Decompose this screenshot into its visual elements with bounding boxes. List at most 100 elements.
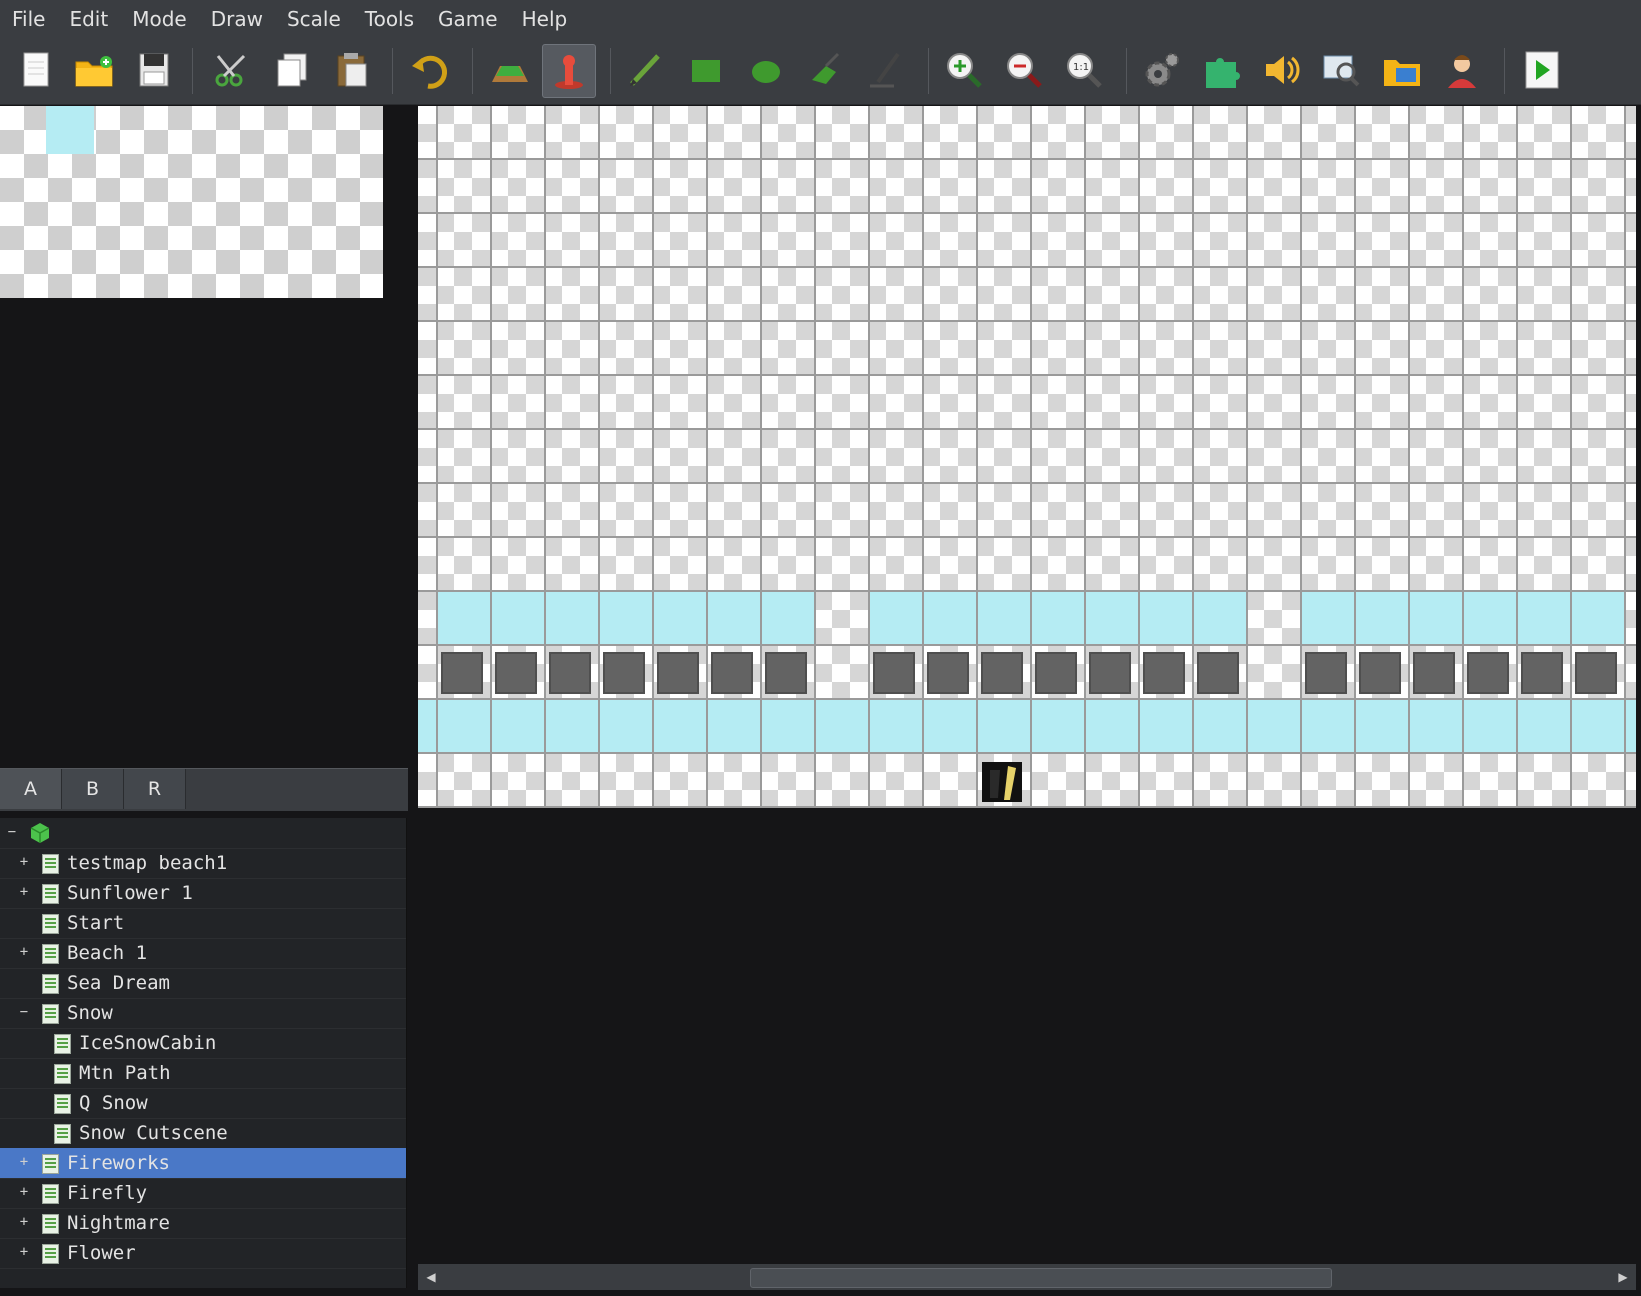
svg-text:1:1: 1:1 <box>1073 62 1089 73</box>
expand-icon[interactable]: + <box>18 945 30 959</box>
tree-item-label: Q Snow <box>79 1092 148 1114</box>
tab-a[interactable]: A <box>0 769 62 809</box>
save-icon[interactable] <box>128 44 180 96</box>
expand-icon[interactable]: + <box>18 855 30 869</box>
water-tile <box>544 592 598 646</box>
map-page-icon <box>42 1154 59 1174</box>
fill-icon[interactable] <box>800 44 852 96</box>
cut-icon[interactable] <box>206 44 258 96</box>
tree-item[interactable]: − Snow <box>0 998 406 1029</box>
water-tile <box>760 592 814 646</box>
stone-block-tile <box>927 652 969 694</box>
copy-icon[interactable] <box>266 44 318 96</box>
scroll-left-icon[interactable]: ◀ <box>418 1264 444 1290</box>
tree-item[interactable]: + Firefly <box>0 1178 406 1209</box>
stone-block-tile <box>549 652 591 694</box>
tree-root[interactable]: − <box>0 818 406 849</box>
menu-file[interactable]: File <box>0 0 57 38</box>
collapse-icon[interactable]: − <box>6 825 18 839</box>
zoom-out-icon[interactable] <box>998 44 1050 96</box>
map-mode-icon[interactable] <box>484 44 536 96</box>
map-canvas[interactable] <box>418 106 1636 808</box>
menu-game[interactable]: Game <box>426 0 510 38</box>
tree-item[interactable]: + Flower <box>0 1238 406 1269</box>
stone-block-tile <box>657 652 699 694</box>
tileset-tabs: A B R <box>0 768 408 811</box>
ellipse-icon[interactable] <box>740 44 792 96</box>
water-tile <box>652 592 706 646</box>
tree-item[interactable]: IceSnowCabin <box>0 1028 406 1059</box>
water-tile <box>436 592 490 646</box>
tree-item[interactable]: + Sunflower 1 <box>0 878 406 909</box>
water-tile <box>1084 592 1138 646</box>
tree-item[interactable]: + testmap beach1 <box>0 848 406 879</box>
map-tree: − + testmap beach1 + Sunflower 1 Start + Beach… <box>0 818 407 1288</box>
rectangle-icon[interactable] <box>680 44 732 96</box>
water-tile <box>1138 592 1192 646</box>
expand-icon[interactable]: + <box>18 885 30 899</box>
zoom-actual-icon[interactable]: 1:1 <box>1058 44 1110 96</box>
database-icon[interactable] <box>1136 44 1188 96</box>
open-folder-icon[interactable] <box>68 44 120 96</box>
shadow-pen-icon[interactable] <box>860 44 912 96</box>
playtest-icon[interactable] <box>1516 44 1568 96</box>
resource-manager-icon[interactable] <box>1376 44 1428 96</box>
tree-item-label: testmap beach1 <box>67 852 228 874</box>
menu-edit[interactable]: Edit <box>57 0 120 38</box>
map-page-icon <box>54 1034 71 1054</box>
map-page-icon <box>42 1184 59 1204</box>
stone-block-tile <box>1305 652 1347 694</box>
horizontal-scrollbar[interactable]: ◀ ▶ <box>418 1264 1636 1290</box>
zoom-in-icon[interactable] <box>938 44 990 96</box>
character-generator-icon[interactable] <box>1436 44 1488 96</box>
menu-mode[interactable]: Mode <box>120 0 199 38</box>
map-page-icon <box>42 854 59 874</box>
stone-block-tile <box>981 652 1023 694</box>
event-mode-icon[interactable] <box>542 44 596 98</box>
tree-item[interactable]: Start <box>0 908 406 939</box>
event-search-icon[interactable] <box>1316 44 1368 96</box>
expand-icon[interactable]: + <box>18 1245 30 1259</box>
water-tile <box>1570 592 1624 646</box>
scroll-right-icon[interactable]: ▶ <box>1610 1264 1636 1290</box>
new-file-icon[interactable] <box>10 44 62 96</box>
tab-b[interactable]: B <box>62 769 124 809</box>
scrollbar-thumb[interactable] <box>750 1268 1332 1288</box>
water-tile <box>1192 592 1246 646</box>
project-root-icon <box>30 823 50 843</box>
stone-block-tile <box>441 652 483 694</box>
expand-icon[interactable]: + <box>18 1215 30 1229</box>
menu-help[interactable]: Help <box>510 0 580 38</box>
tree-item[interactable]: Sea Dream <box>0 968 406 999</box>
tree-item-label: Flower <box>67 1242 136 1264</box>
plugin-icon[interactable] <box>1196 44 1248 96</box>
water-strip <box>418 700 1636 754</box>
collapse-icon[interactable]: − <box>18 1005 30 1019</box>
menu-scale[interactable]: Scale <box>275 0 353 38</box>
paste-icon[interactable] <box>326 44 378 96</box>
tileset-preview[interactable] <box>0 106 383 298</box>
tree-item[interactable]: + Nightmare <box>0 1208 406 1239</box>
tree-item[interactable]: Q Snow <box>0 1088 406 1119</box>
water-tile <box>1408 592 1462 646</box>
tree-item-label: Snow <box>67 1002 113 1024</box>
map-event-sprite[interactable] <box>980 760 1024 808</box>
sound-icon[interactable] <box>1256 44 1308 96</box>
menu-tools[interactable]: Tools <box>353 0 426 38</box>
map-page-icon <box>42 944 59 964</box>
menu-draw[interactable]: Draw <box>199 0 275 38</box>
tab-r[interactable]: R <box>124 769 186 809</box>
tree-item[interactable]: + Beach 1 <box>0 938 406 969</box>
stone-block-tile <box>1575 652 1617 694</box>
pencil-icon[interactable] <box>620 44 672 96</box>
tree-item[interactable]: Mtn Path <box>0 1058 406 1089</box>
undo-icon[interactable] <box>404 44 456 96</box>
tree-item[interactable]: Snow Cutscene <box>0 1118 406 1149</box>
expand-icon[interactable]: + <box>18 1155 30 1169</box>
map-outside-area <box>418 808 1636 1264</box>
tree-item-label: Snow Cutscene <box>79 1122 228 1144</box>
tree-item-label: Start <box>67 912 125 934</box>
expand-icon[interactable]: + <box>18 1185 30 1199</box>
tree-item[interactable]: + Fireworks <box>0 1148 406 1179</box>
tileset-empty-area <box>0 298 408 768</box>
